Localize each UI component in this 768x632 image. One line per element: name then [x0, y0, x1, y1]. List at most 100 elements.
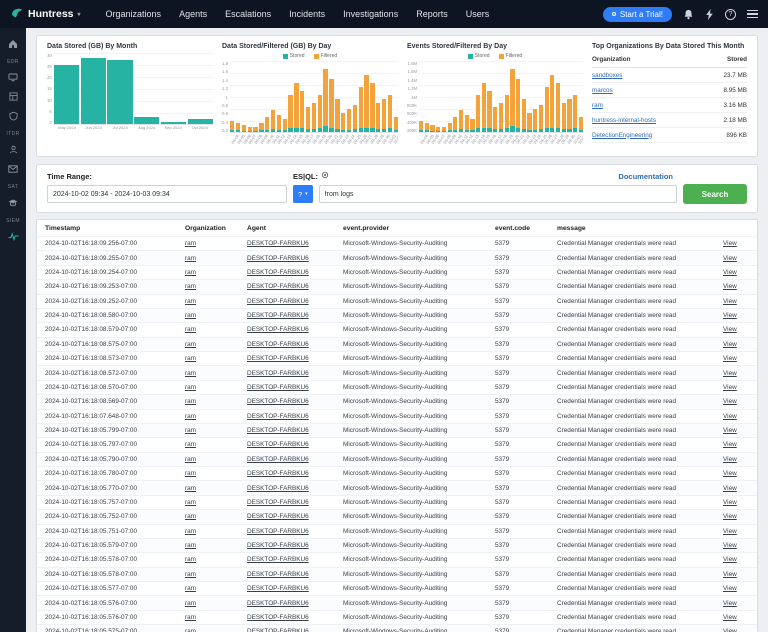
sidebar-edr-dashboard-icon[interactable]: [4, 71, 22, 84]
view-link[interactable]: View: [719, 438, 753, 451]
view-link[interactable]: View: [719, 625, 753, 632]
view-link[interactable]: View: [719, 338, 753, 351]
esql-settings-icon[interactable]: [321, 171, 329, 181]
organization-link[interactable]: ram: [181, 381, 243, 394]
agent-link[interactable]: DESKTOP-FARBKU6: [243, 611, 339, 624]
view-link[interactable]: View: [719, 280, 753, 293]
agent-link[interactable]: DESKTOP-FARBKU6: [243, 553, 339, 566]
view-link[interactable]: View: [719, 424, 753, 437]
nav-users[interactable]: Users: [457, 9, 499, 19]
query-help-dropdown-button[interactable]: ?▾: [293, 185, 313, 203]
agent-link[interactable]: DESKTOP-FARBKU6: [243, 582, 339, 595]
organization-link[interactable]: ram: [592, 102, 603, 109]
view-link[interactable]: View: [719, 237, 753, 250]
organization-link[interactable]: ram: [181, 453, 243, 466]
nav-agents[interactable]: Agents: [170, 9, 216, 19]
agent-link[interactable]: DESKTOP-FARBKU6: [243, 424, 339, 437]
nav-escalations[interactable]: Escalations: [216, 9, 280, 19]
view-link[interactable]: View: [719, 553, 753, 566]
view-link[interactable]: View: [719, 323, 753, 336]
agent-link[interactable]: DESKTOP-FARBKU6: [243, 438, 339, 451]
agent-link[interactable]: DESKTOP-FARBKU6: [243, 366, 339, 379]
organization-link[interactable]: ram: [181, 323, 243, 336]
organization-link[interactable]: ram: [181, 309, 243, 322]
agent-link[interactable]: DESKTOP-FARBKU6: [243, 410, 339, 423]
sidebar-itdr-mail-icon[interactable]: [4, 162, 22, 175]
view-link[interactable]: View: [719, 467, 753, 480]
organization-link[interactable]: DetectionEngineering: [592, 132, 652, 139]
agent-link[interactable]: DESKTOP-FARBKU6: [243, 496, 339, 509]
agent-link[interactable]: DESKTOP-FARBKU6: [243, 338, 339, 351]
organization-link[interactable]: ram: [181, 438, 243, 451]
agent-link[interactable]: DESKTOP-FARBKU6: [243, 453, 339, 466]
view-link[interactable]: View: [719, 510, 753, 523]
organization-link[interactable]: sandboxes: [592, 72, 622, 79]
view-link[interactable]: View: [719, 295, 753, 308]
agent-link[interactable]: DESKTOP-FARBKU6: [243, 251, 339, 264]
time-range-input[interactable]: [47, 185, 287, 203]
agent-link[interactable]: DESKTOP-FARBKU6: [243, 625, 339, 632]
view-link[interactable]: View: [719, 568, 753, 581]
sidebar-siem-logs-icon[interactable]: [4, 230, 22, 243]
help-icon[interactable]: ?: [725, 9, 736, 20]
search-button[interactable]: Search: [683, 184, 747, 204]
documentation-link[interactable]: Documentation: [618, 172, 673, 181]
view-link[interactable]: View: [719, 481, 753, 494]
sidebar-sat-training-icon[interactable]: [4, 196, 22, 209]
organization-link[interactable]: ram: [181, 568, 243, 581]
nav-reports[interactable]: Reports: [407, 9, 457, 19]
view-link[interactable]: View: [719, 309, 753, 322]
nav-organizations[interactable]: Organizations: [97, 9, 171, 19]
view-link[interactable]: View: [719, 366, 753, 379]
organization-link[interactable]: ram: [181, 625, 243, 632]
view-link[interactable]: View: [719, 596, 753, 609]
sidebar-itdr-identity-icon[interactable]: [4, 143, 22, 156]
organization-link[interactable]: ram: [181, 611, 243, 624]
menu-hamburger-icon[interactable]: [747, 10, 758, 19]
organization-link[interactable]: ram: [181, 467, 243, 480]
organization-link[interactable]: ram: [181, 582, 243, 595]
agent-link[interactable]: DESKTOP-FARBKU6: [243, 467, 339, 480]
brand-menu[interactable]: Huntress ▾: [10, 6, 81, 23]
organization-link[interactable]: ram: [181, 510, 243, 523]
view-link[interactable]: View: [719, 582, 753, 595]
theme-toggle-bolt-icon[interactable]: [705, 9, 714, 20]
view-link[interactable]: View: [719, 611, 753, 624]
nav-investigations[interactable]: Investigations: [334, 9, 407, 19]
organization-link[interactable]: ram: [181, 553, 243, 566]
organization-link[interactable]: ram: [181, 295, 243, 308]
organization-link[interactable]: ram: [181, 481, 243, 494]
view-link[interactable]: View: [719, 453, 753, 466]
view-link[interactable]: View: [719, 539, 753, 552]
organization-link[interactable]: marcos: [592, 87, 613, 94]
organization-link[interactable]: ram: [181, 366, 243, 379]
organization-link[interactable]: ram: [181, 266, 243, 279]
organization-link[interactable]: ram: [181, 424, 243, 437]
organization-link[interactable]: ram: [181, 352, 243, 365]
agent-link[interactable]: DESKTOP-FARBKU6: [243, 481, 339, 494]
agent-link[interactable]: DESKTOP-FARBKU6: [243, 381, 339, 394]
agent-link[interactable]: DESKTOP-FARBKU6: [243, 280, 339, 293]
organization-link[interactable]: huntress-internal-hosts: [592, 117, 656, 124]
sidebar-edr-defender-icon[interactable]: [4, 109, 22, 122]
nav-incidents[interactable]: Incidents: [280, 9, 334, 19]
organization-link[interactable]: ram: [181, 338, 243, 351]
view-link[interactable]: View: [719, 525, 753, 538]
view-link[interactable]: View: [719, 410, 753, 423]
agent-link[interactable]: DESKTOP-FARBKU6: [243, 510, 339, 523]
view-link[interactable]: View: [719, 381, 753, 394]
view-link[interactable]: View: [719, 395, 753, 408]
agent-link[interactable]: DESKTOP-FARBKU6: [243, 525, 339, 538]
agent-link[interactable]: DESKTOP-FARBKU6: [243, 539, 339, 552]
notifications-bell-icon[interactable]: [683, 9, 694, 20]
view-link[interactable]: View: [719, 266, 753, 279]
organization-link[interactable]: ram: [181, 410, 243, 423]
organization-link[interactable]: ram: [181, 525, 243, 538]
agent-link[interactable]: DESKTOP-FARBKU6: [243, 596, 339, 609]
sidebar-home-icon[interactable]: [4, 37, 22, 50]
agent-link[interactable]: DESKTOP-FARBKU6: [243, 568, 339, 581]
agent-link[interactable]: DESKTOP-FARBKU6: [243, 352, 339, 365]
agent-link[interactable]: DESKTOP-FARBKU6: [243, 395, 339, 408]
organization-link[interactable]: ram: [181, 496, 243, 509]
query-input[interactable]: [319, 185, 677, 203]
